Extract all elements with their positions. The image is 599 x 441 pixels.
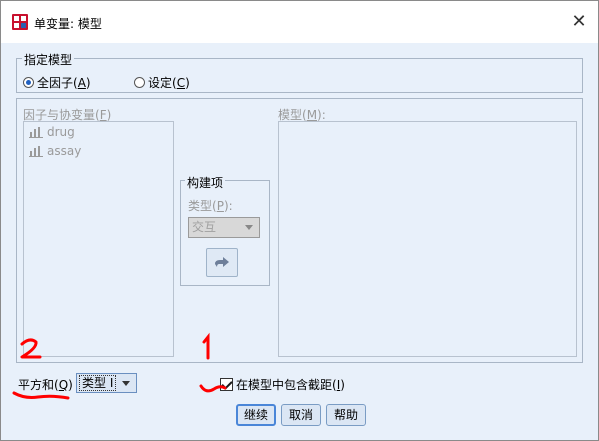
specify-model-group (16, 58, 583, 93)
list-item-drug[interactable]: drug (29, 125, 75, 139)
sum-of-squares-label: 平方和(Q) (18, 378, 73, 392)
sum-of-squares-value: 类型 I (79, 375, 117, 391)
include-intercept-label: 在模型中包含截距(I) (236, 378, 345, 392)
scale-variable-icon (29, 146, 43, 157)
add-term-button[interactable] (206, 248, 238, 277)
help-button[interactable]: 帮助 (326, 404, 366, 426)
chevron-down-icon (122, 381, 130, 386)
build-term-legend: 构建项 (185, 174, 226, 191)
close-icon: ✕ (571, 11, 587, 32)
radio-custom-label: 设定(C) (148, 76, 190, 90)
variable-name: drug (47, 125, 75, 139)
window-title: 单变量: 模型 (34, 17, 102, 31)
variable-name: assay (47, 144, 82, 158)
radio-custom-indicator (134, 77, 145, 88)
term-type-value: 交互 (192, 220, 217, 234)
sum-of-squares-select[interactable]: 类型 I (76, 373, 137, 393)
radio-full-factorial[interactable]: 全因子(A) (23, 74, 91, 91)
cancel-button[interactable]: 取消 (281, 404, 321, 426)
continue-button[interactable]: 继续 (236, 404, 276, 426)
radio-custom[interactable]: 设定(C) (134, 74, 190, 91)
title-bar: 单变量: 模型 ✕ (1, 1, 598, 43)
spss-app-icon (12, 14, 28, 30)
model-dialog: 单变量: 模型 ✕ 指定模型 全因子(A) 设定(C) 因子与协变量(F) dr… (0, 0, 599, 441)
include-intercept-checkbox[interactable]: 在模型中包含截距(I) (220, 376, 345, 393)
radio-full-factorial-label: 全因子(A) (37, 76, 91, 90)
right-arrow-icon (215, 256, 229, 267)
include-intercept-indicator (220, 378, 233, 391)
model-listbox[interactable] (278, 121, 577, 357)
scale-variable-icon (29, 127, 43, 138)
term-type-select[interactable]: 交互 (188, 217, 260, 238)
list-item-assay[interactable]: assay (29, 144, 81, 158)
chevron-down-icon (245, 225, 253, 230)
close-button[interactable]: ✕ (566, 9, 592, 35)
type-label: 类型(P): (188, 199, 233, 213)
specify-model-legend: 指定模型 (22, 51, 75, 68)
radio-full-factorial-indicator (23, 77, 34, 88)
